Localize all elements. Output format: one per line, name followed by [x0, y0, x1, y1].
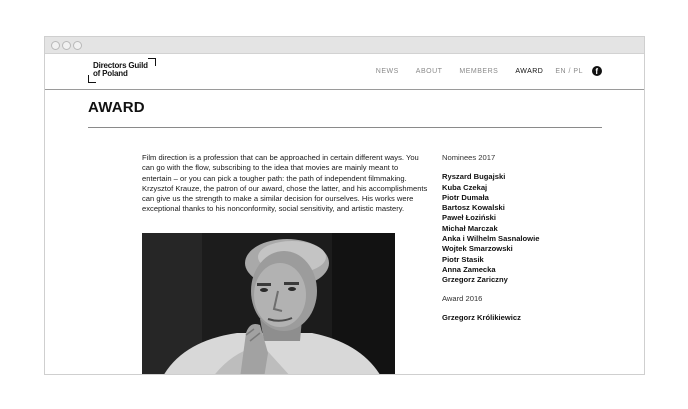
nominee-item: Bartosz Kowalski [442, 203, 505, 213]
nominees-heading: Nominees 2017 [442, 153, 496, 162]
nominee-item: Kuba Czekaj [442, 182, 488, 192]
language-switcher[interactable]: EN / PL [555, 68, 583, 75]
nominee-item: Wojtek Smarzowski [442, 244, 513, 254]
main-nav: NEWS ABOUT MEMBERS AWARD EN / PL f [359, 66, 602, 76]
guild-logo[interactable]: Directors Guild of Poland [88, 57, 158, 84]
nav-item-news[interactable]: NEWS [376, 68, 399, 75]
title-divider [88, 127, 602, 128]
nominee-item: Anna Zamecka [442, 264, 496, 274]
nominee-item: Piotr Stasik [442, 254, 484, 264]
browser-window: Directors Guild of Poland NEWS ABOUT MEM… [44, 36, 645, 375]
window-minimize-dot[interactable] [62, 41, 71, 50]
window-close-dot[interactable] [51, 41, 60, 50]
facebook-icon[interactable]: f [592, 66, 602, 76]
award-winner: Grzegorz Królikiewicz [442, 312, 521, 322]
nav-item-award[interactable]: AWARD [515, 68, 543, 75]
nominee-item: Piotr Dumała [442, 192, 489, 202]
site-header: Directors Guild of Poland NEWS ABOUT MEM… [45, 54, 644, 90]
award-heading: Award 2016 [442, 293, 483, 303]
nav-item-members[interactable]: MEMBERS [459, 68, 498, 75]
page-title: AWARD [88, 99, 145, 116]
nominees-sidebar: Nominees 2017 Ryszard Bugajski Kuba Czek… [442, 153, 592, 323]
browser-titlebar [45, 37, 644, 54]
nominee-item: Grzegorz Zariczny [442, 275, 508, 285]
logo-text-line2: of Poland [93, 69, 128, 78]
nominees-list: Ryszard Bugajski Kuba Czekaj Piotr Dumał… [442, 172, 592, 285]
window-maximize-dot[interactable] [73, 41, 82, 50]
portrait-photo [142, 233, 395, 374]
nominee-item: Anka i Wilhelm Sasnalowie [442, 234, 540, 244]
nominee-item: Paweł Łoziński [442, 213, 497, 223]
nominee-item: Michał Marczak [442, 223, 498, 233]
intro-paragraph: Film direction is a profession that can … [142, 153, 428, 214]
logo-bracket-top [148, 58, 156, 66]
logo-bracket-bottom [88, 75, 96, 83]
nav-item-about[interactable]: ABOUT [416, 68, 443, 75]
nominee-item: Ryszard Bugajski [442, 172, 506, 182]
portrait-illustration [142, 233, 395, 374]
